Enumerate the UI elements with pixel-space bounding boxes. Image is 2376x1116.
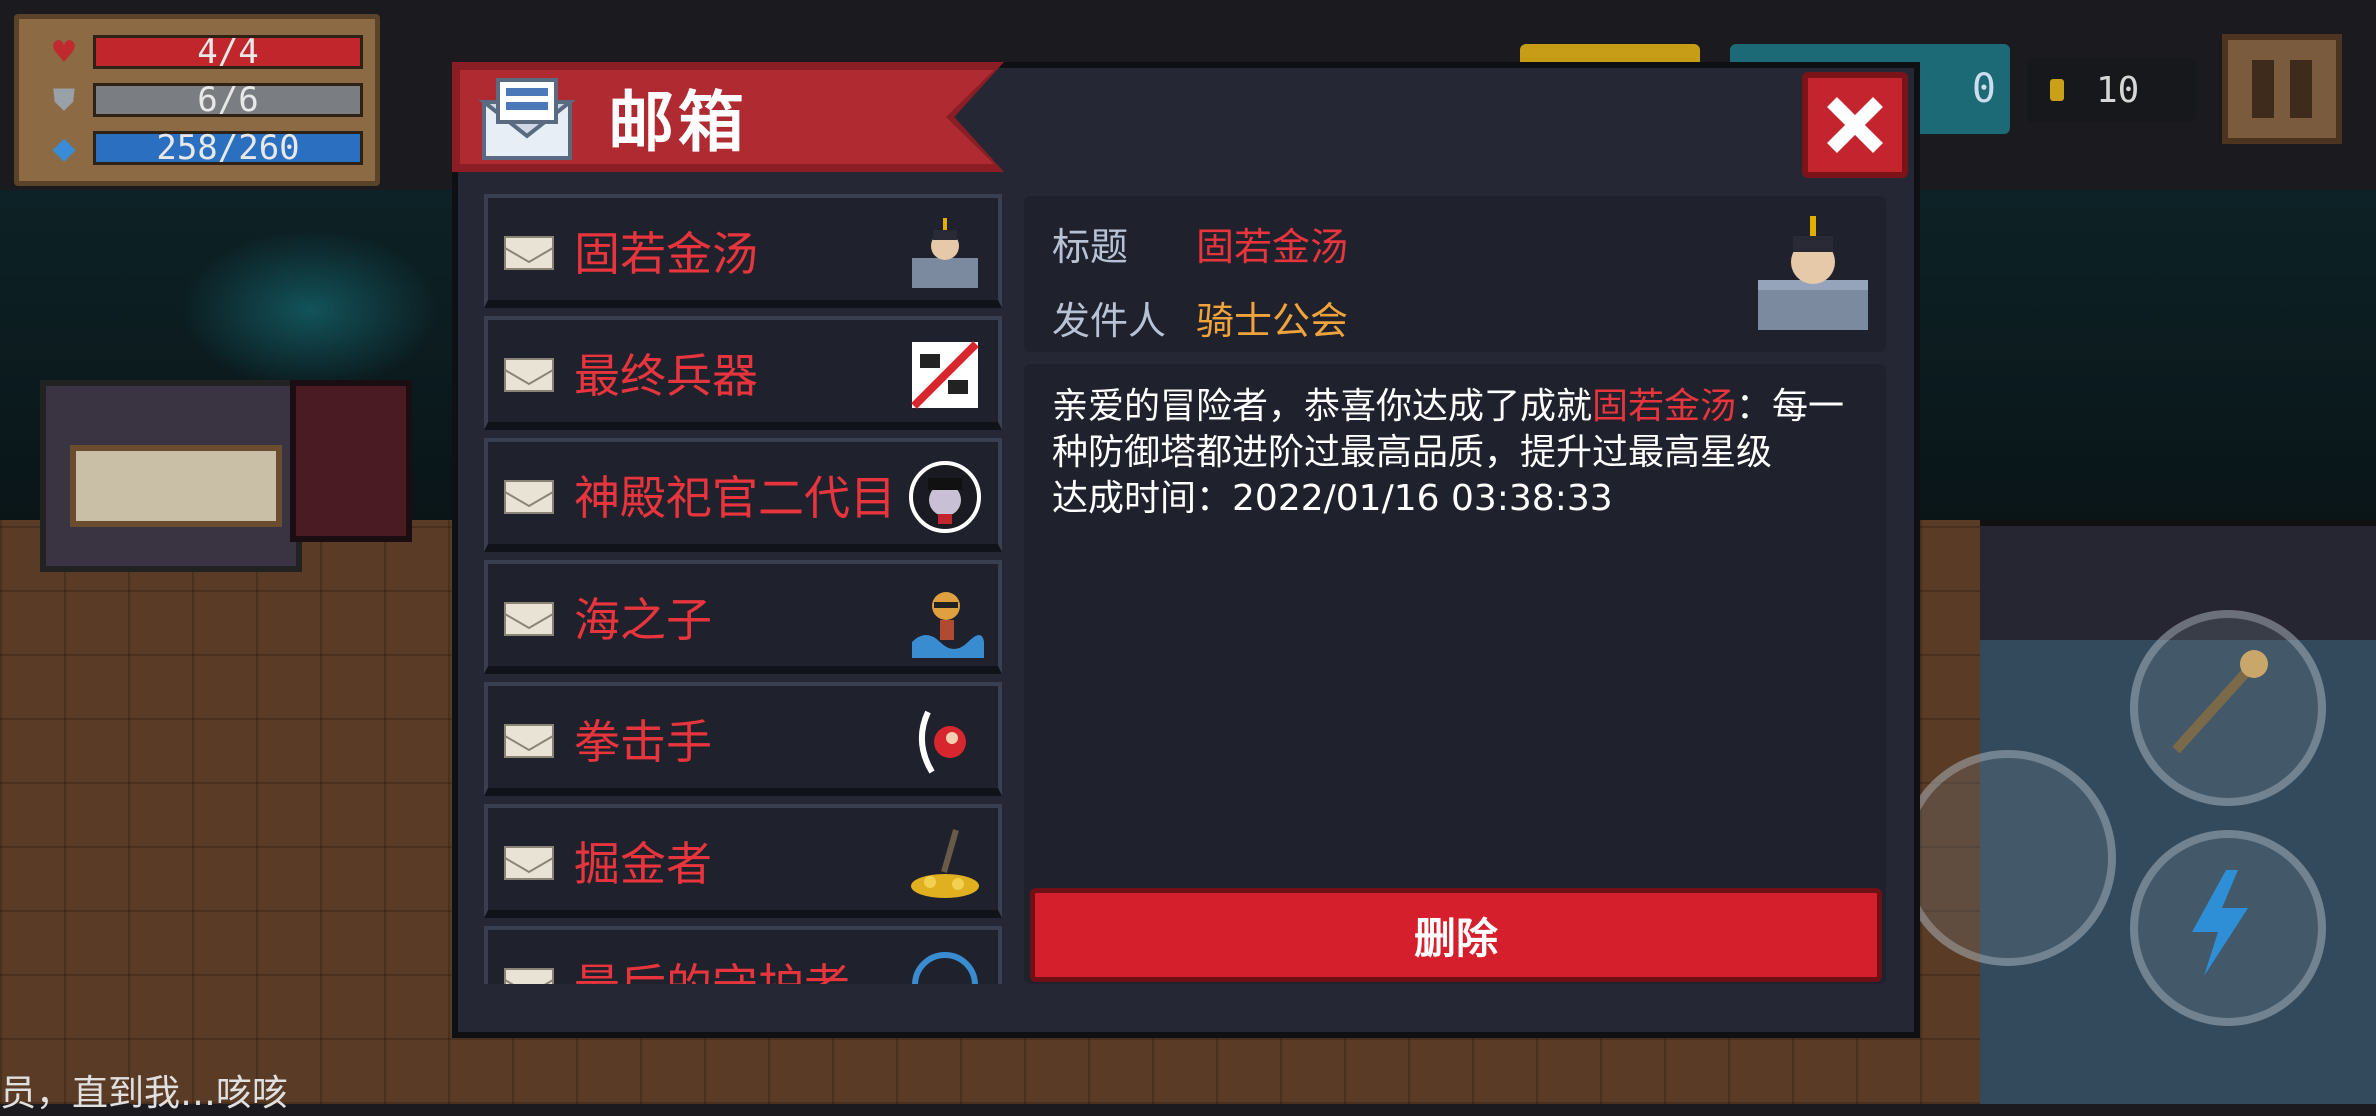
- pause-icon-left: [2252, 60, 2274, 118]
- mail-item-2[interactable]: 神殿祀官二代目: [484, 438, 1002, 552]
- energy-value: 258/260: [156, 128, 300, 168]
- wall-glow: [180, 230, 440, 390]
- priest-portrait-icon: [909, 461, 981, 533]
- hp-bar: 4/4: [93, 32, 363, 72]
- coin-count: 10: [2096, 69, 2140, 111]
- shop-sign: [70, 445, 282, 527]
- energy-crystal-icon: ◆: [52, 130, 76, 166]
- envelope-icon: [504, 480, 554, 514]
- close-button[interactable]: [1802, 72, 1908, 178]
- mail-list[interactable]: 固若金汤 最终兵器 神殿祀官二代目 海之子 拳击手 掘金者 最后的守护者: [484, 194, 1002, 984]
- achieved-time-label: 达成时间：: [1052, 478, 1233, 519]
- envelope-icon: [504, 602, 554, 636]
- mail-item-label: 最终兵器: [574, 349, 758, 403]
- staff-weapon-icon: [2172, 650, 2268, 754]
- energy-bar: 258/260: [93, 128, 363, 168]
- title-label: 标题: [1052, 225, 1129, 269]
- title-value: 固若金汤: [1196, 225, 1349, 269]
- armor-value: 6/6: [197, 80, 259, 120]
- envelope-icon: [504, 236, 554, 270]
- mail-item-label: 最后的守护者: [574, 930, 904, 984]
- player-stats-panel: ♥ 4/4 ⛊ 6/6 ◆ 258/260: [14, 14, 380, 186]
- hp-row: ♥ 4/4: [45, 32, 363, 72]
- sender-value: 骑士公会: [1196, 299, 1349, 343]
- close-icon: [1827, 97, 1883, 153]
- mail-envelope-icon: [478, 78, 576, 160]
- sender-label: 发件人: [1052, 299, 1167, 343]
- boxer-icon: [918, 710, 966, 774]
- mail-item-label: 掘金者: [574, 837, 712, 891]
- ultimate-weapon-icon: [911, 341, 979, 409]
- mail-item-0[interactable]: 固若金汤: [484, 194, 1002, 308]
- skill-button[interactable]: [2130, 830, 2326, 1026]
- body-prefix: 亲爱的冒险者，恭喜你达成了成就: [1052, 386, 1593, 427]
- mail-item-6[interactable]: 最后的守护者: [484, 926, 1002, 984]
- coin-counter: 10: [2026, 58, 2196, 122]
- knight-tower-icon: [912, 218, 978, 288]
- achieved-time-value: 2022/01/16 03:38:33: [1232, 478, 1613, 519]
- mail-item-1[interactable]: 最终兵器: [484, 316, 1002, 430]
- mail-body-text: 亲爱的冒险者，恭喜你达成了成就固若金汤：每一种防御塔都进阶过最高品质，提升过最高…: [1052, 384, 1852, 522]
- achievement-name: 固若金汤: [1592, 386, 1737, 427]
- knight-guild-avatar-icon: [1758, 216, 1868, 330]
- pause-button[interactable]: [2222, 34, 2342, 144]
- mailbox-title: 邮箱: [608, 84, 748, 161]
- gold-digger-icon: [911, 829, 979, 898]
- dialogue-text: 员，直到我…咳咳: [0, 1073, 289, 1114]
- mail-item-label: 固若金汤: [574, 227, 758, 281]
- attack-button[interactable]: [1900, 750, 2116, 966]
- delete-label: 删除: [1413, 913, 1498, 963]
- envelope-icon: [504, 724, 554, 758]
- energy-row: ◆ 258/260: [45, 128, 363, 168]
- mail-item-label: 神殿祀官二代目: [574, 471, 896, 525]
- delete-button[interactable]: 删除: [1030, 888, 1882, 982]
- envelope-icon: [504, 846, 554, 880]
- sea-child-icon: [912, 592, 984, 658]
- hp-value: 4/4: [197, 32, 259, 72]
- lightning-icon: [2192, 870, 2248, 976]
- envelope-icon: [504, 968, 554, 984]
- mail-item-label: 海之子: [574, 593, 712, 647]
- npc-character: [290, 380, 412, 542]
- coin-icon: [2050, 79, 2064, 101]
- heart-icon: ♥: [50, 34, 78, 70]
- mail-item-label: 拳击手: [574, 715, 712, 769]
- guardian-icon: [912, 952, 978, 984]
- pause-icon-right: [2290, 60, 2312, 118]
- gem-count: 0: [1971, 66, 1996, 112]
- envelope-icon: [504, 358, 554, 392]
- armor-row: ⛊ 6/6: [45, 80, 363, 120]
- weapon-swap-button[interactable]: [2130, 610, 2326, 806]
- mail-item-5[interactable]: 掘金者: [484, 804, 1002, 918]
- shield-icon: ⛊: [52, 82, 76, 118]
- armor-bar: 6/6: [93, 80, 363, 120]
- mail-item-3[interactable]: 海之子: [484, 560, 1002, 674]
- mail-item-4[interactable]: 拳击手: [484, 682, 1002, 796]
